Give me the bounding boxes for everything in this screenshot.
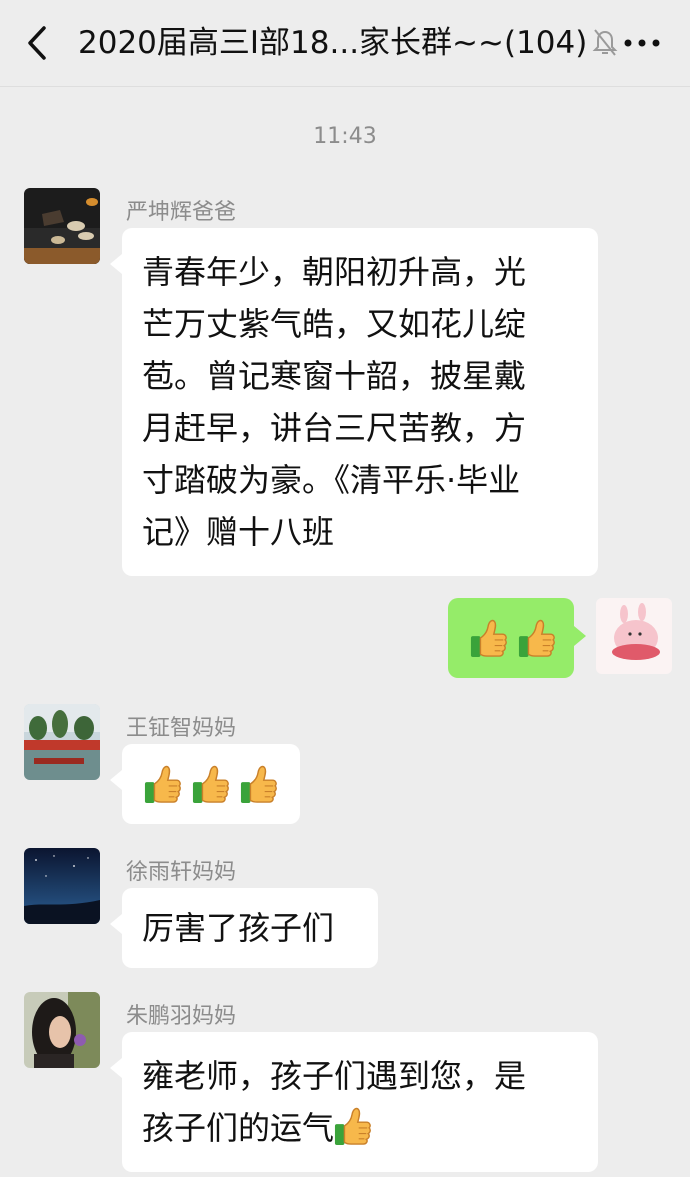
own-message-bubble[interactable] <box>448 598 586 678</box>
message-bubble[interactable]: 青春年少，朝阳初升高，光 芒万丈紫气皓，又如花儿绽 苞。曾记寒窗十韶，披星戴 月… <box>110 228 598 576</box>
message-bubble[interactable] <box>110 744 300 824</box>
message-text-line: 苞。曾记寒窗十韶，披星戴 <box>142 357 527 395</box>
thumbs-up-icon <box>334 1104 372 1148</box>
thumbs-up-icon <box>144 762 182 806</box>
thumbs-up-icon <box>192 762 230 806</box>
message-timestamp: 11:43 <box>313 124 377 149</box>
chat-title: 2020届高三I部18...家长群~~(104) <box>78 25 588 61</box>
message-text: 厉害了孩子们 <box>142 909 335 947</box>
avatar[interactable] <box>24 848 100 924</box>
message-text-line: 芒万丈紫气皓，又如花儿绽 <box>142 305 527 343</box>
avatar[interactable] <box>24 992 100 1068</box>
thumbs-up-icon <box>470 616 508 660</box>
message-bubble[interactable]: 厉害了孩子们 <box>110 888 378 968</box>
more-icon[interactable] <box>624 39 660 47</box>
message-text-line: 雍老师，孩子们遇到您，是 <box>142 1057 527 1095</box>
mute-bell-icon <box>592 29 618 56</box>
sender-name: 朱鹏羽妈妈 <box>126 1004 237 1029</box>
avatar[interactable] <box>24 188 100 264</box>
message-text-line: 青春年少，朝阳初升高，光 <box>142 253 527 291</box>
message-text-line: 孩子们的运气 <box>142 1102 578 1154</box>
thumbs-up-icon <box>240 762 278 806</box>
sender-name: 徐雨轩妈妈 <box>126 860 237 885</box>
sender-name: 王钲智妈妈 <box>126 716 237 741</box>
chat-header: 2020届高三I部18...家长群~~(104) <box>0 0 690 87</box>
sender-name: 严坤辉爸爸 <box>126 200 237 225</box>
avatar[interactable] <box>24 704 100 780</box>
own-avatar[interactable] <box>596 598 672 674</box>
message-text-line: 月赶早，讲台三尺苦教，方 <box>142 409 527 447</box>
back-icon[interactable] <box>22 24 52 62</box>
message-text-line: 寸踏破为豪。《清平乐·毕业 <box>142 461 521 499</box>
message-bubble[interactable]: 雍老师，孩子们遇到您，是 孩子们的运气 <box>110 1032 598 1172</box>
message-text-line: 记》赠十八班 <box>142 513 335 551</box>
thumbs-up-icon <box>518 616 556 660</box>
